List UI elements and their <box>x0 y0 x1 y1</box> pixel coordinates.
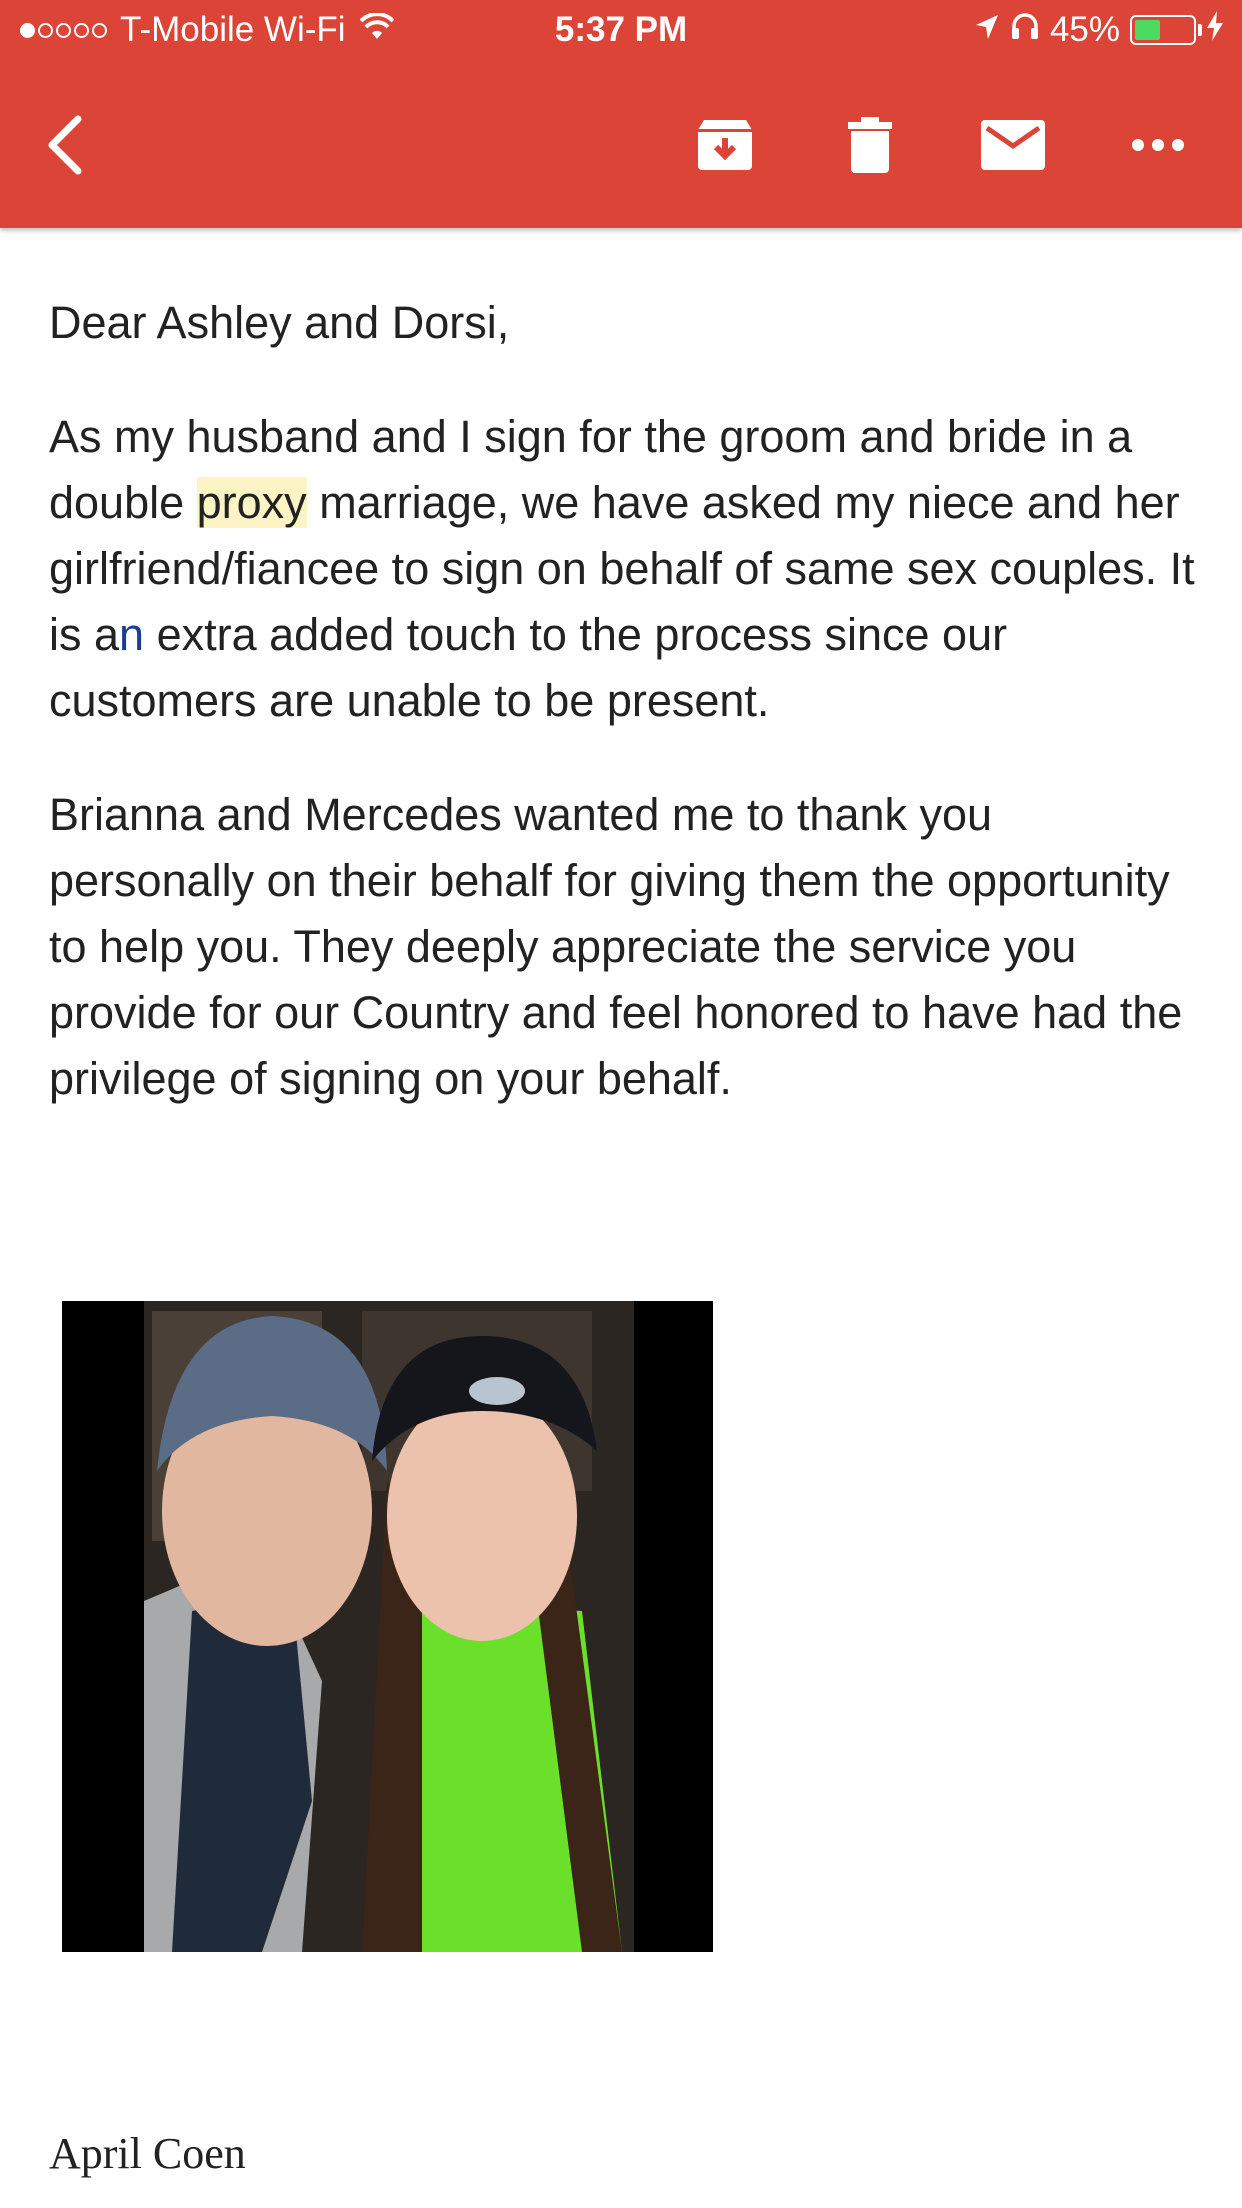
trash-icon <box>848 117 892 173</box>
more-dots-icon <box>1132 139 1184 151</box>
email-body: Dear Ashley and Dorsi, As my husband and… <box>49 290 1199 1160</box>
para1-text-end: extra added touch to the process since o… <box>49 609 1008 726</box>
attached-photo[interactable] <box>62 1301 713 1952</box>
location-arrow-icon <box>974 10 1000 50</box>
battery-icon <box>1130 15 1202 45</box>
status-right: 45% <box>964 10 1224 50</box>
toolbar <box>0 62 1242 228</box>
status-bar: T-Mobile Wi-Fi 5:37 PM 45% <box>0 0 1242 62</box>
back-arrow-icon <box>48 115 82 175</box>
mail-icon <box>981 120 1045 170</box>
email-paragraph-2: Brianna and Mercedes wanted me to thank … <box>49 789 1183 1104</box>
archive-button[interactable] <box>680 100 770 190</box>
headphones-icon <box>1010 10 1040 50</box>
more-options-button[interactable] <box>1113 100 1203 190</box>
highlighted-word: proxy <box>196 477 307 528</box>
app-header: T-Mobile Wi-Fi 5:37 PM 45% <box>0 0 1242 228</box>
charging-bolt-icon <box>1206 10 1224 50</box>
email-paragraph-1: As my husband and I sign for the groom a… <box>49 404 1199 734</box>
archive-icon <box>698 120 752 170</box>
battery-percent: 45% <box>1049 10 1120 49</box>
email-signature: April Coen <box>49 2129 246 2178</box>
email-greeting: Dear Ashley and Dorsi, <box>49 297 510 348</box>
mark-unread-button[interactable] <box>968 100 1058 190</box>
photo-illustration <box>62 1301 713 1952</box>
back-button[interactable] <box>20 100 110 190</box>
para1-blue-letter: n <box>119 609 145 660</box>
delete-button[interactable] <box>825 100 915 190</box>
